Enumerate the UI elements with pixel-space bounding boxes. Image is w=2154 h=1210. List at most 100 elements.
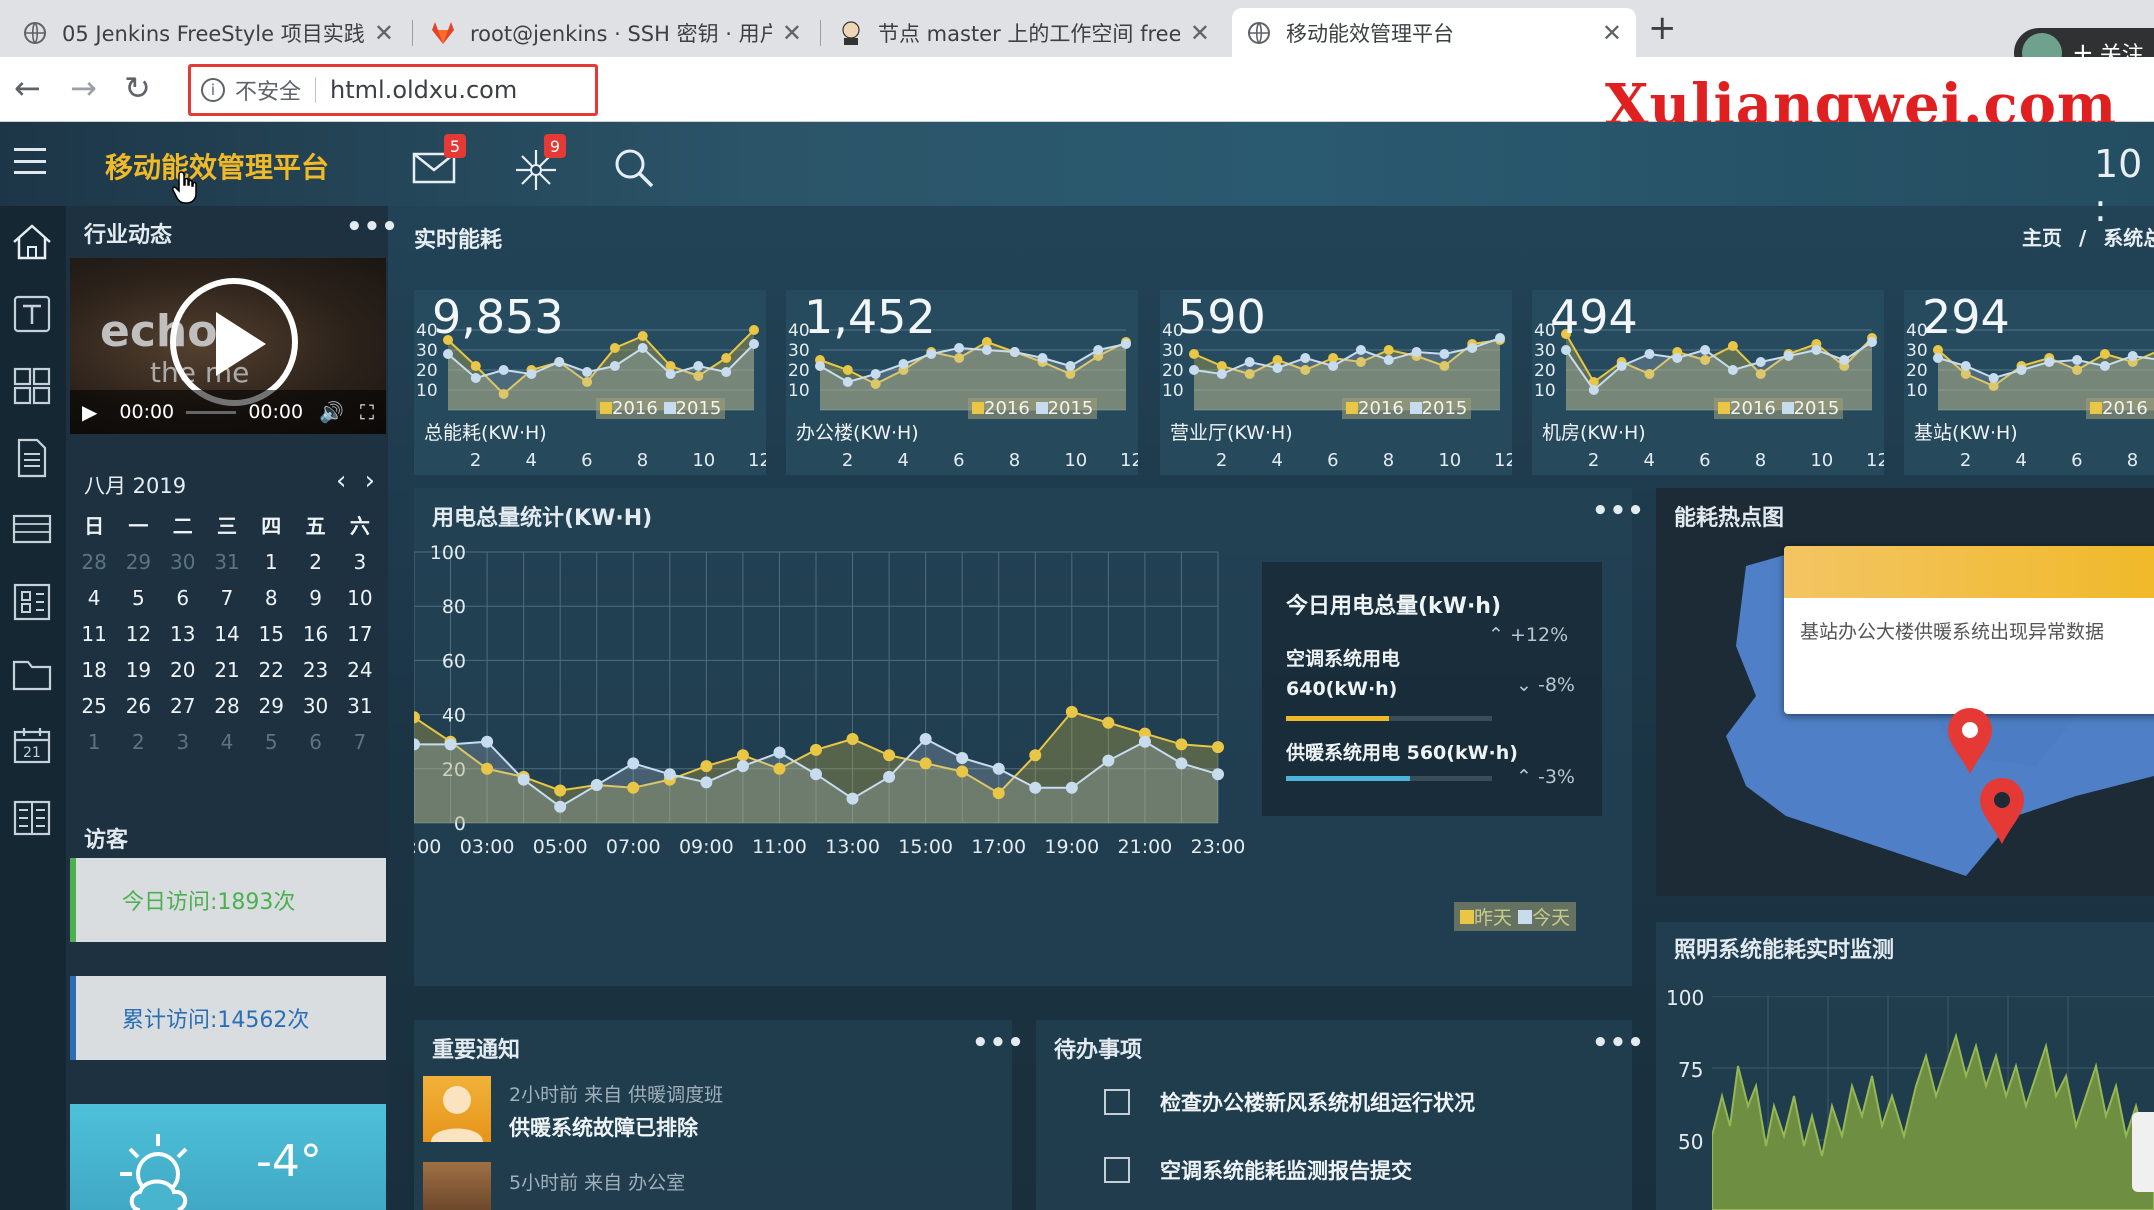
fullscreen-icon[interactable]: ⛶ <box>360 400 374 424</box>
news-more-button[interactable]: ••• <box>346 212 399 242</box>
todo-checkbox[interactable] <box>1104 1089 1130 1115</box>
calendar-day[interactable]: 3 <box>338 548 382 576</box>
folder-icon[interactable] <box>10 652 54 696</box>
calendar-day[interactable]: 4 <box>72 584 116 612</box>
address-bar[interactable]: i 不安全 html.oldxu.com <box>188 64 598 116</box>
usage-more-button[interactable]: ••• <box>1592 496 1645 526</box>
map-pin-icon[interactable] <box>1978 776 2026 846</box>
breadcrumb-home[interactable]: 主页 <box>2022 226 2062 250</box>
browser-tab-active[interactable]: 移动能效管理平台 ✕ <box>1232 8 1636 57</box>
search-button[interactable] <box>608 140 664 190</box>
calendar-day[interactable]: 24 <box>338 656 382 684</box>
volume-icon[interactable]: 🔊 <box>319 400 344 424</box>
list-icon[interactable] <box>10 796 54 840</box>
energy-card[interactable]: 590 营业厅(KW·H) 2016 2015 40 30 20 10 2 4 6 8 10 12 <box>1160 290 1512 475</box>
calendar-day[interactable]: 27 <box>161 692 205 720</box>
calendar-day[interactable]: 17 <box>338 620 382 648</box>
calendar-day[interactable]: 31 <box>205 548 249 576</box>
data-point <box>700 776 713 789</box>
calendar-day[interactable]: 30 <box>161 548 205 576</box>
energy-card-value: 590 <box>1178 290 1266 344</box>
todo-checkbox[interactable] <box>1104 1157 1130 1183</box>
calendar-day[interactable]: 28 <box>205 692 249 720</box>
play-small-icon[interactable]: ▶ <box>82 400 97 424</box>
alert-button[interactable]: 9 <box>512 134 568 190</box>
notice-item[interactable]: 5小时前 来自 办公室 <box>423 1162 1003 1210</box>
calendar-day[interactable]: 2 <box>116 728 160 756</box>
document-icon[interactable] <box>10 436 54 480</box>
browser-tab[interactable]: 节点 master 上的工作空间 frees ✕ <box>824 8 1224 57</box>
calendar-day[interactable]: 23 <box>293 656 337 684</box>
calendar-day[interactable]: 28 <box>72 548 116 576</box>
chevron-left-icon[interactable]: ‹ <box>336 466 346 496</box>
chevron-right-icon[interactable]: › <box>365 466 375 496</box>
calendar-day[interactable]: 15 <box>249 620 293 648</box>
energy-card[interactable]: 294基站(KW·H)2016 20154030201024681012 <box>1904 290 2154 475</box>
calendar-day[interactable]: 19 <box>116 656 160 684</box>
close-icon[interactable]: ✕ <box>374 19 394 47</box>
menu-icon[interactable] <box>14 148 46 174</box>
forward-arrow-icon[interactable]: → <box>70 69 97 107</box>
calendar-day[interactable]: 8 <box>249 584 293 612</box>
calendar-day[interactable]: 4 <box>205 728 249 756</box>
home-icon[interactable] <box>10 220 54 264</box>
browser-tab[interactable]: root@jenkins · SSH 密钥 · 用户 ✕ <box>416 8 816 57</box>
calendar-day[interactable]: 7 <box>338 728 382 756</box>
energy-card[interactable]: 494 机房(KW·H) 2016 2015 40 30 20 10 2 4 6 8 10 12 <box>1532 290 1884 475</box>
calendar-day[interactable]: 22 <box>249 656 293 684</box>
mail-button[interactable]: 5 <box>412 134 468 190</box>
calendar-day[interactable]: 9 <box>293 584 337 612</box>
calendar-day[interactable]: 10 <box>338 584 382 612</box>
calendar-day[interactable]: 12 <box>116 620 160 648</box>
data-point <box>1029 781 1042 794</box>
notice-item[interactable]: 2小时前 来自 供暖调度班 供暖系统故障已排除 <box>423 1076 1003 1148</box>
data-point <box>1467 343 1478 353</box>
calendar-day[interactable]: 14 <box>205 620 249 648</box>
calendar-day[interactable]: 11 <box>72 620 116 648</box>
x-tick-label: 11:00 <box>752 836 807 858</box>
calendar-day[interactable]: 30 <box>293 692 337 720</box>
scroll-handle[interactable] <box>2132 1112 2154 1192</box>
reload-icon[interactable]: ↻ <box>124 69 151 107</box>
calendar-day[interactable]: 1 <box>249 548 293 576</box>
calendar-day[interactable]: 21 <box>205 656 249 684</box>
calendar-day[interactable]: 29 <box>116 548 160 576</box>
calendar-day[interactable]: 7 <box>205 584 249 612</box>
energy-card[interactable]: 1,452 办公楼(KW·H) 2016 2015 40 30 20 10 2 4 6 8 10 12 <box>786 290 1138 475</box>
map-pin-icon[interactable] <box>1946 706 1994 776</box>
todos-more-button[interactable]: ••• <box>1592 1028 1645 1058</box>
calendar-day[interactable]: 16 <box>293 620 337 648</box>
calendar-day[interactable]: 13 <box>161 620 205 648</box>
new-tab-button[interactable]: + <box>1648 8 1677 48</box>
monitor-icon[interactable] <box>10 508 54 552</box>
info-icon[interactable]: i <box>201 78 225 102</box>
calendar-day[interactable]: 20 <box>161 656 205 684</box>
video-player[interactable]: echo the me ▶ 00:00 00:00 🔊 ⛶ <box>70 258 386 434</box>
calendar-day[interactable]: 6 <box>161 584 205 612</box>
grid-icon[interactable] <box>10 364 54 408</box>
play-icon[interactable] <box>170 278 298 406</box>
notices-more-button[interactable]: ••• <box>972 1028 1025 1058</box>
close-icon[interactable]: ✕ <box>782 19 802 47</box>
back-arrow-icon[interactable]: ← <box>14 69 41 107</box>
calendar-day[interactable]: 3 <box>161 728 205 756</box>
text-icon[interactable] <box>10 292 54 336</box>
calendar-day[interactable]: 26 <box>116 692 160 720</box>
calendar-icon[interactable]: 21 <box>10 724 54 768</box>
calendar-day[interactable]: 2 <box>293 548 337 576</box>
app-title[interactable]: 移动能效管理平台 <box>105 146 329 186</box>
calendar-day[interactable]: 31 <box>338 692 382 720</box>
notice-meta: 2小时前 来自 供暖调度班 <box>509 1084 724 1106</box>
close-icon[interactable]: ✕ <box>1190 19 1210 47</box>
calendar-day[interactable]: 5 <box>249 728 293 756</box>
calendar-day[interactable]: 18 <box>72 656 116 684</box>
calendar-day[interactable]: 25 <box>72 692 116 720</box>
calendar-day[interactable]: 6 <box>293 728 337 756</box>
browser-tab[interactable]: 05 Jenkins FreeStyle 项目实践 ✕ <box>8 8 408 57</box>
close-icon[interactable]: ✕ <box>1602 19 1622 47</box>
building-icon[interactable] <box>10 580 54 624</box>
calendar-day[interactable]: 5 <box>116 584 160 612</box>
energy-card[interactable]: 9,853 总能耗(KW·H) 2016 2015 40 30 20 10 2 4 6 8 10 12 <box>414 290 766 475</box>
calendar-day[interactable]: 1 <box>72 728 116 756</box>
calendar-day[interactable]: 29 <box>249 692 293 720</box>
